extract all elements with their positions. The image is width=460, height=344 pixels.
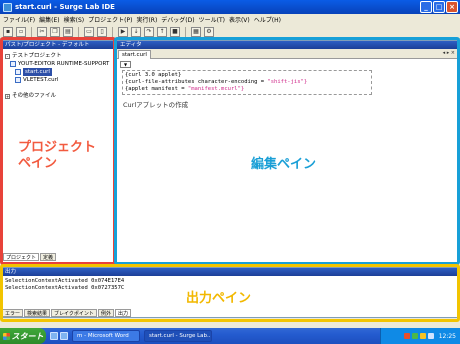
tree-item-runtime-support[interactable]: YOUT-EDITOR RUNTIME-SUPPORT [5, 60, 109, 68]
menu-project[interactable]: プロジェクト(P) [88, 15, 132, 24]
project-pane-annotation: プロジェクト ペイン [18, 140, 97, 171]
layout-icon[interactable]: ▦ [191, 26, 201, 37]
step-out-icon[interactable]: ↑ [157, 26, 167, 37]
tab-errors[interactable]: エラー [2, 309, 24, 317]
window-title: start.curl - Surge Lab IDE [15, 3, 115, 11]
menu-view[interactable]: 表示(V) [229, 15, 250, 24]
tree-item-start-curl[interactable]: start.curl [5, 68, 109, 76]
start-button[interactable]: スタート [0, 328, 46, 344]
output-pane-annotation: 出力ペイン [186, 291, 252, 306]
tab-exceptions[interactable]: 例外 [97, 309, 114, 317]
tab-definitions[interactable]: 定義 [40, 253, 57, 261]
tab-project[interactable]: プロジェクト [3, 253, 40, 261]
quick-launch [50, 332, 68, 340]
code-line: {curl 3.0 applet} [125, 72, 182, 78]
document-icon[interactable]: ▯ [97, 26, 107, 37]
code-line: {applet manifest = "manifest.mcurl"} [125, 86, 245, 92]
taskbar-item-word[interactable]: m - Microsoft Word [72, 330, 140, 342]
tab-start-curl[interactable]: start.curl [118, 50, 151, 59]
tree-item-other-files[interactable]: + その他のファイル [5, 92, 109, 100]
print-icon[interactable]: ▫ [16, 26, 26, 37]
output-log: SelectionContextActivated 0x074E17E4 Sel… [5, 278, 124, 292]
toolbar-separator [185, 26, 186, 37]
toolbar-separator [78, 26, 79, 37]
toolbar-separator [112, 26, 113, 37]
tab-breakpoints[interactable]: ブレイクポイント [51, 309, 97, 317]
project-tree: - テストプロジェクト YOUT-EDITOR RUNTIME-SUPPORT … [5, 52, 109, 100]
file-icon [15, 77, 21, 83]
app-icon [3, 2, 12, 12]
minimize-button[interactable]: _ [420, 1, 432, 13]
save-icon[interactable]: ▪ [3, 26, 13, 37]
file-icon [15, 69, 21, 75]
code-line: {curl-file-attributes character-encoding… [125, 79, 308, 85]
browser-icon[interactable] [50, 332, 58, 340]
maximize-button[interactable]: □ [433, 1, 445, 13]
step-into-icon[interactable]: ↓ [131, 26, 141, 37]
paste-icon[interactable]: ▤ [63, 26, 73, 37]
folder-icon [10, 61, 16, 67]
run-icon[interactable]: ▶ [118, 26, 128, 37]
menu-help[interactable]: ヘルプ(H) [254, 15, 281, 24]
title-bar: start.curl - Surge Lab IDE _ □ × [0, 0, 460, 14]
output-pane-header: 出力 [2, 268, 458, 276]
menu-search[interactable]: 検索(S) [64, 15, 85, 24]
menu-tools[interactable]: ツール(T) [199, 15, 225, 24]
system-tray: 12:25 [380, 328, 460, 344]
step-over-icon[interactable]: ↷ [144, 26, 154, 37]
project-tabs: プロジェクト 定義 [3, 253, 57, 261]
close-button[interactable]: × [446, 1, 458, 13]
taskbar: スタート m - Microsoft Word start.curl - Sur… [0, 328, 460, 344]
expand-icon[interactable]: + [5, 93, 10, 99]
collapse-icon[interactable]: - [5, 53, 10, 59]
editor-tab-strip: start.curl ◂ ▸ × [117, 49, 458, 59]
volume-icon[interactable] [427, 333, 434, 339]
editor-pane-header: エディタ [117, 41, 458, 49]
tab-output[interactable]: 出力 [114, 309, 131, 317]
tray-icon[interactable] [403, 333, 410, 339]
ide-window: start.curl - Surge Lab IDE _ □ × ファイル(F)… [0, 0, 460, 344]
tree-item-project[interactable]: - テストプロジェクト [5, 52, 109, 60]
output-line: SelectionContextActivated 0x074E17E4 [5, 278, 125, 284]
folder-icon[interactable] [60, 332, 68, 340]
open-icon[interactable]: ▭ [84, 26, 94, 37]
windows-logo-icon [2, 332, 10, 340]
taskbar-item-ide[interactable]: start.curl - Surge Lab... [144, 330, 212, 342]
toolbar-separator [31, 26, 32, 37]
editor-pane-annotation: 編集ペイン [251, 157, 317, 172]
tab-scroll-arrows-icon[interactable]: ◂ ▸ × [443, 50, 455, 56]
tab-search-results[interactable]: 検索結果 [24, 309, 51, 317]
code-editor[interactable]: {curl 3.0 applet} {curl-file-attributes … [122, 70, 372, 95]
toolbar: ▪ ▫ ✂ ❐ ▤ ▭ ▯ ▶ ↓ ↷ ↑ ■ ▦ ⚙ [0, 25, 460, 39]
menu-bar: ファイル(F) 編集(E) 検索(S) プロジェクト(P) 実行(R) デバッグ… [0, 14, 460, 25]
menu-debug[interactable]: デバッグ(D) [161, 15, 194, 24]
menu-file[interactable]: ファイル(F) [3, 15, 35, 24]
copy-icon[interactable]: ❐ [50, 26, 60, 37]
editor-pane: エディタ start.curl ◂ ▸ × ▼ {curl 3.0 applet… [116, 40, 459, 263]
editor-note: Curlアプレットの作成 [123, 101, 189, 109]
menu-edit[interactable]: 編集(E) [39, 15, 59, 24]
menu-run[interactable]: 実行(R) [136, 15, 157, 24]
tray-icon[interactable] [419, 333, 426, 339]
tree-item-vletest-curl[interactable]: VLETEST.curl [5, 76, 109, 84]
cut-icon[interactable]: ✂ [37, 26, 47, 37]
settings-icon[interactable]: ⚙ [204, 26, 214, 37]
output-line: SelectionContextActivated 0x0727357C [5, 285, 125, 291]
stop-icon[interactable]: ■ [170, 26, 180, 37]
project-pane-header: パスト/プロジェクト - デフォルト [2, 41, 113, 49]
definition-dropdown[interactable]: ▼ [120, 61, 131, 68]
output-tabs: エラー 検索結果 ブレイクポイント 例外 出力 [2, 309, 131, 317]
tray-icon[interactable] [411, 333, 418, 339]
clock: 12:25 [438, 332, 456, 340]
